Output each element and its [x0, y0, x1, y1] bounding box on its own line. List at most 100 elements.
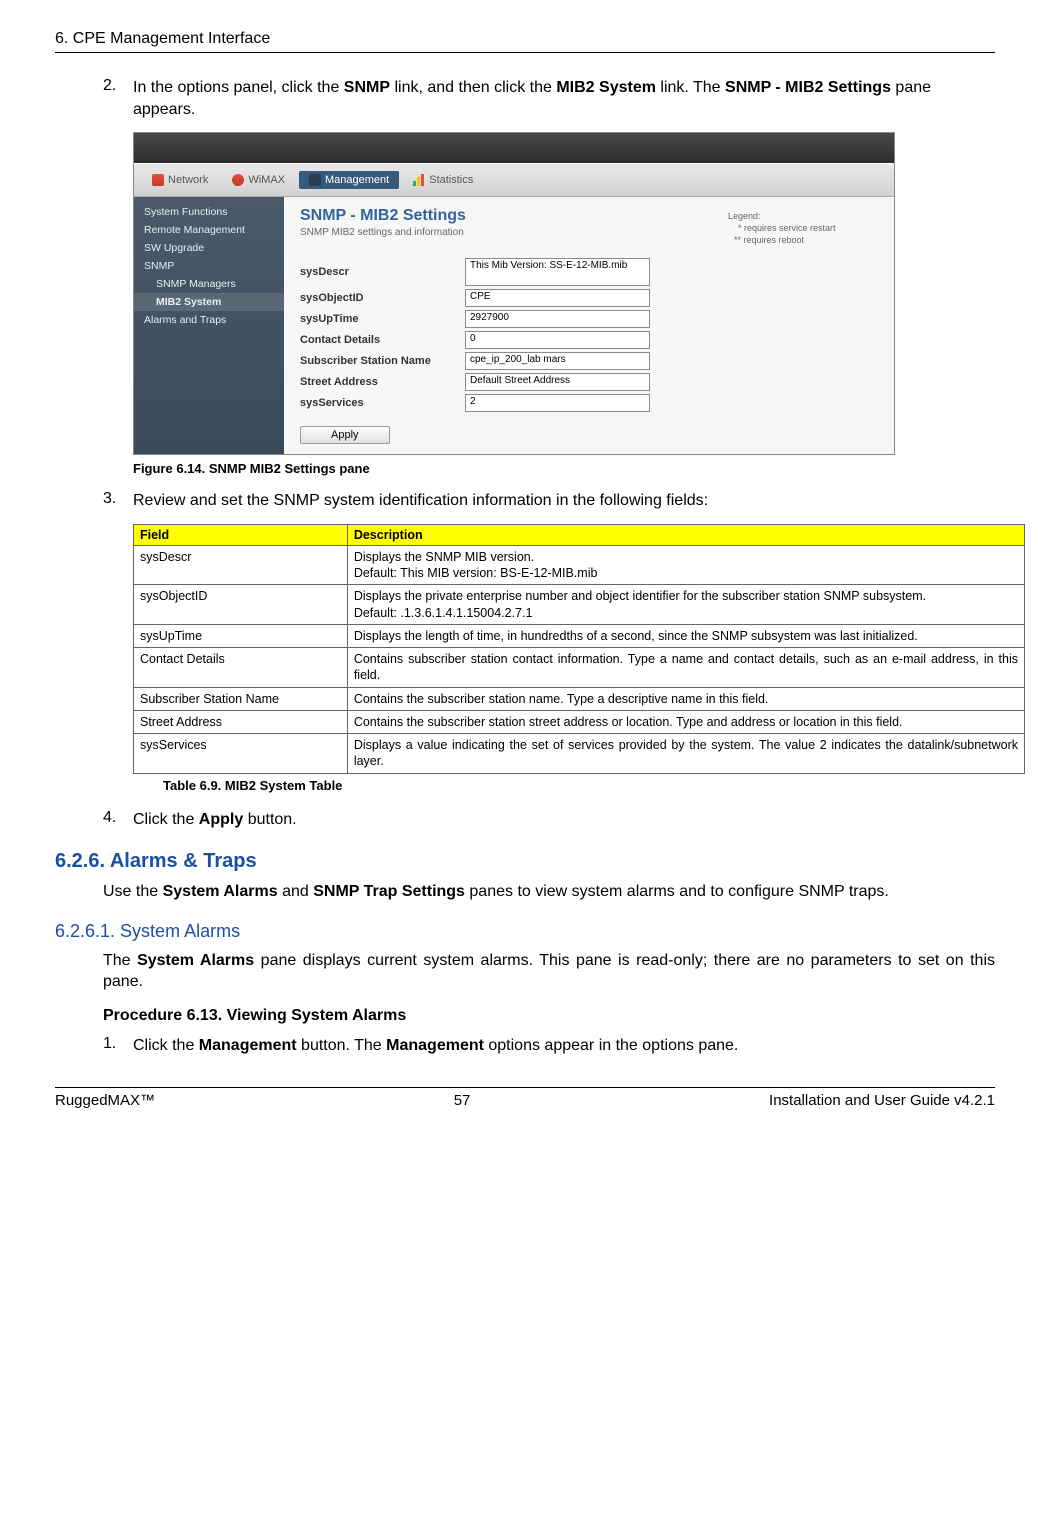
- nav-label: Statistics: [429, 174, 473, 186]
- sysuptime-input[interactable]: 2927900: [465, 310, 650, 328]
- field-row-sysuptime: sysUpTime 2927900: [300, 310, 728, 328]
- step-number: 4.: [103, 809, 133, 831]
- sidebar-item-mib2-system[interactable]: MIB2 System: [134, 293, 284, 311]
- legend-line-1: * requires service restart: [728, 223, 878, 235]
- field-label: Contact Details: [300, 334, 465, 346]
- network-icon: [152, 174, 164, 186]
- step-number: 2.: [103, 77, 133, 120]
- footer-right: Installation and User Guide v4.2.1: [769, 1092, 995, 1109]
- sidebar-item-snmp[interactable]: SNMP: [134, 257, 284, 275]
- nav-label: WiMAX: [248, 174, 285, 186]
- legend-line-2: ** requires reboot: [728, 235, 878, 247]
- sysobjectid-input[interactable]: CPE: [465, 289, 650, 307]
- sidebar-item-system-functions[interactable]: System Functions: [134, 203, 284, 221]
- text: The: [103, 952, 137, 969]
- legend-title: Legend:: [728, 211, 878, 223]
- bold-mib2-system: MIB2 System: [556, 79, 656, 96]
- screenshot-topbar: [134, 133, 894, 163]
- cell-field: Street Address: [134, 710, 348, 733]
- step-2: 2. In the options panel, click the SNMP …: [103, 77, 995, 120]
- field-label: sysObjectID: [300, 292, 465, 304]
- page-header: 6. CPE Management Interface: [55, 30, 995, 53]
- field-row-street: Street Address Default Street Address: [300, 373, 728, 391]
- text: link. The: [656, 79, 725, 96]
- contact-input[interactable]: 0: [465, 331, 650, 349]
- field-row-sysobjectid: sysObjectID CPE: [300, 289, 728, 307]
- sysdescr-input[interactable]: This Mib Version: SS-E-12-MIB.mib: [465, 258, 650, 286]
- procedure-title: Procedure 6.13. Viewing System Alarms: [103, 1007, 995, 1025]
- text: and: [278, 883, 314, 900]
- pane-title: SNMP - MIB2 Settings: [300, 207, 728, 225]
- cell-desc: Displays a value indicating the set of s…: [347, 734, 1024, 774]
- sidebar-item-snmp-managers[interactable]: SNMP Managers: [134, 275, 284, 293]
- statistics-icon: [413, 174, 425, 186]
- table-row: sysUpTime Displays the length of time, i…: [134, 624, 1025, 647]
- cell-field: sysUpTime: [134, 624, 348, 647]
- bold-snmp-trap-settings: SNMP Trap Settings: [313, 883, 465, 900]
- sidebar-item-alarms-traps[interactable]: Alarms and Traps: [134, 311, 284, 329]
- cell-field: sysServices: [134, 734, 348, 774]
- cell-field: sysDescr: [134, 545, 348, 585]
- nav-management[interactable]: Management: [299, 171, 399, 189]
- nav-wimax[interactable]: WiMAX: [222, 171, 295, 189]
- text: link, and then click the: [390, 79, 556, 96]
- field-label: sysServices: [300, 397, 465, 409]
- text: Use the: [103, 883, 163, 900]
- nav-label: Network: [168, 174, 208, 186]
- nav-network[interactable]: Network: [142, 171, 218, 189]
- text: Click the: [133, 811, 199, 828]
- section-alarms-traps: 6.2.6. Alarms & Traps: [55, 850, 995, 873]
- bold-management: Management: [386, 1037, 484, 1054]
- procedure-step-1: 1. Click the Management button. The Mana…: [103, 1035, 995, 1057]
- subsection-system-alarms: 6.2.6.1. System Alarms: [55, 921, 995, 942]
- step-text: Click the Management button. The Managem…: [133, 1035, 995, 1057]
- step-3: 3. Review and set the SNMP system identi…: [103, 490, 995, 512]
- table-row: Subscriber Station Name Contains the sub…: [134, 687, 1025, 710]
- street-input[interactable]: Default Street Address: [465, 373, 650, 391]
- field-row-sysdescr: sysDescr This Mib Version: SS-E-12-MIB.m…: [300, 258, 728, 286]
- field-label: sysDescr: [300, 266, 465, 278]
- step-number: 3.: [103, 490, 133, 512]
- cell-desc: Contains subscriber station contact info…: [347, 648, 1024, 688]
- cell-field: Contact Details: [134, 648, 348, 688]
- table-caption: Table 6.9. MIB2 System Table: [163, 778, 995, 793]
- screenshot-sidebar: System Functions Remote Management SW Up…: [134, 197, 284, 454]
- wimax-icon: [232, 174, 244, 186]
- sidebar-item-sw-upgrade[interactable]: SW Upgrade: [134, 239, 284, 257]
- subsection-paragraph: The System Alarms pane displays current …: [103, 950, 995, 993]
- management-icon: [309, 174, 321, 186]
- nav-label: Management: [325, 174, 389, 186]
- apply-button[interactable]: Apply: [300, 426, 390, 444]
- cell-desc: Displays the length of time, in hundredt…: [347, 624, 1024, 647]
- subscriber-name-input[interactable]: cpe_ip_200_lab mars: [465, 352, 650, 370]
- bold-system-alarms: System Alarms: [163, 883, 278, 900]
- cell-desc: Displays the private enterprise number a…: [347, 585, 1024, 625]
- figure-caption: Figure 6.14. SNMP MIB2 Settings pane: [133, 461, 995, 476]
- field-row-subscriber-name: Subscriber Station Name cpe_ip_200_lab m…: [300, 352, 728, 370]
- th-description: Description: [347, 524, 1024, 545]
- bold-snmp-mib2-settings: SNMP - MIB2 Settings: [725, 79, 891, 96]
- table-row: Street Address Contains the subscriber s…: [134, 710, 1025, 733]
- sidebar-item-remote-management[interactable]: Remote Management: [134, 221, 284, 239]
- text: Click the: [133, 1037, 199, 1054]
- text: button. The: [297, 1037, 387, 1054]
- screenshot-nav: Network WiMAX Management Statistics: [134, 163, 894, 197]
- cell-field: sysObjectID: [134, 585, 348, 625]
- field-row-sysservices: sysServices 2: [300, 394, 728, 412]
- table-row: Contact Details Contains subscriber stat…: [134, 648, 1025, 688]
- legend: Legend: * requires service restart ** re…: [728, 207, 878, 444]
- section-alarms-paragraph: Use the System Alarms and SNMP Trap Sett…: [103, 881, 995, 903]
- table-row: sysServices Displays a value indicating …: [134, 734, 1025, 774]
- step-text: Review and set the SNMP system identific…: [133, 490, 995, 512]
- footer-left: RuggedMAX™: [55, 1092, 155, 1109]
- pane-subtitle: SNMP MIB2 settings and information: [300, 227, 728, 238]
- table-row: sysObjectID Displays the private enterpr…: [134, 585, 1025, 625]
- cell-desc: Contains the subscriber station street a…: [347, 710, 1024, 733]
- bold-system-alarms: System Alarms: [137, 952, 254, 969]
- bold-management: Management: [199, 1037, 297, 1054]
- step-number: 1.: [103, 1035, 133, 1057]
- bold-apply: Apply: [199, 811, 243, 828]
- sysservices-input[interactable]: 2: [465, 394, 650, 412]
- nav-statistics[interactable]: Statistics: [403, 171, 483, 189]
- cell-field: Subscriber Station Name: [134, 687, 348, 710]
